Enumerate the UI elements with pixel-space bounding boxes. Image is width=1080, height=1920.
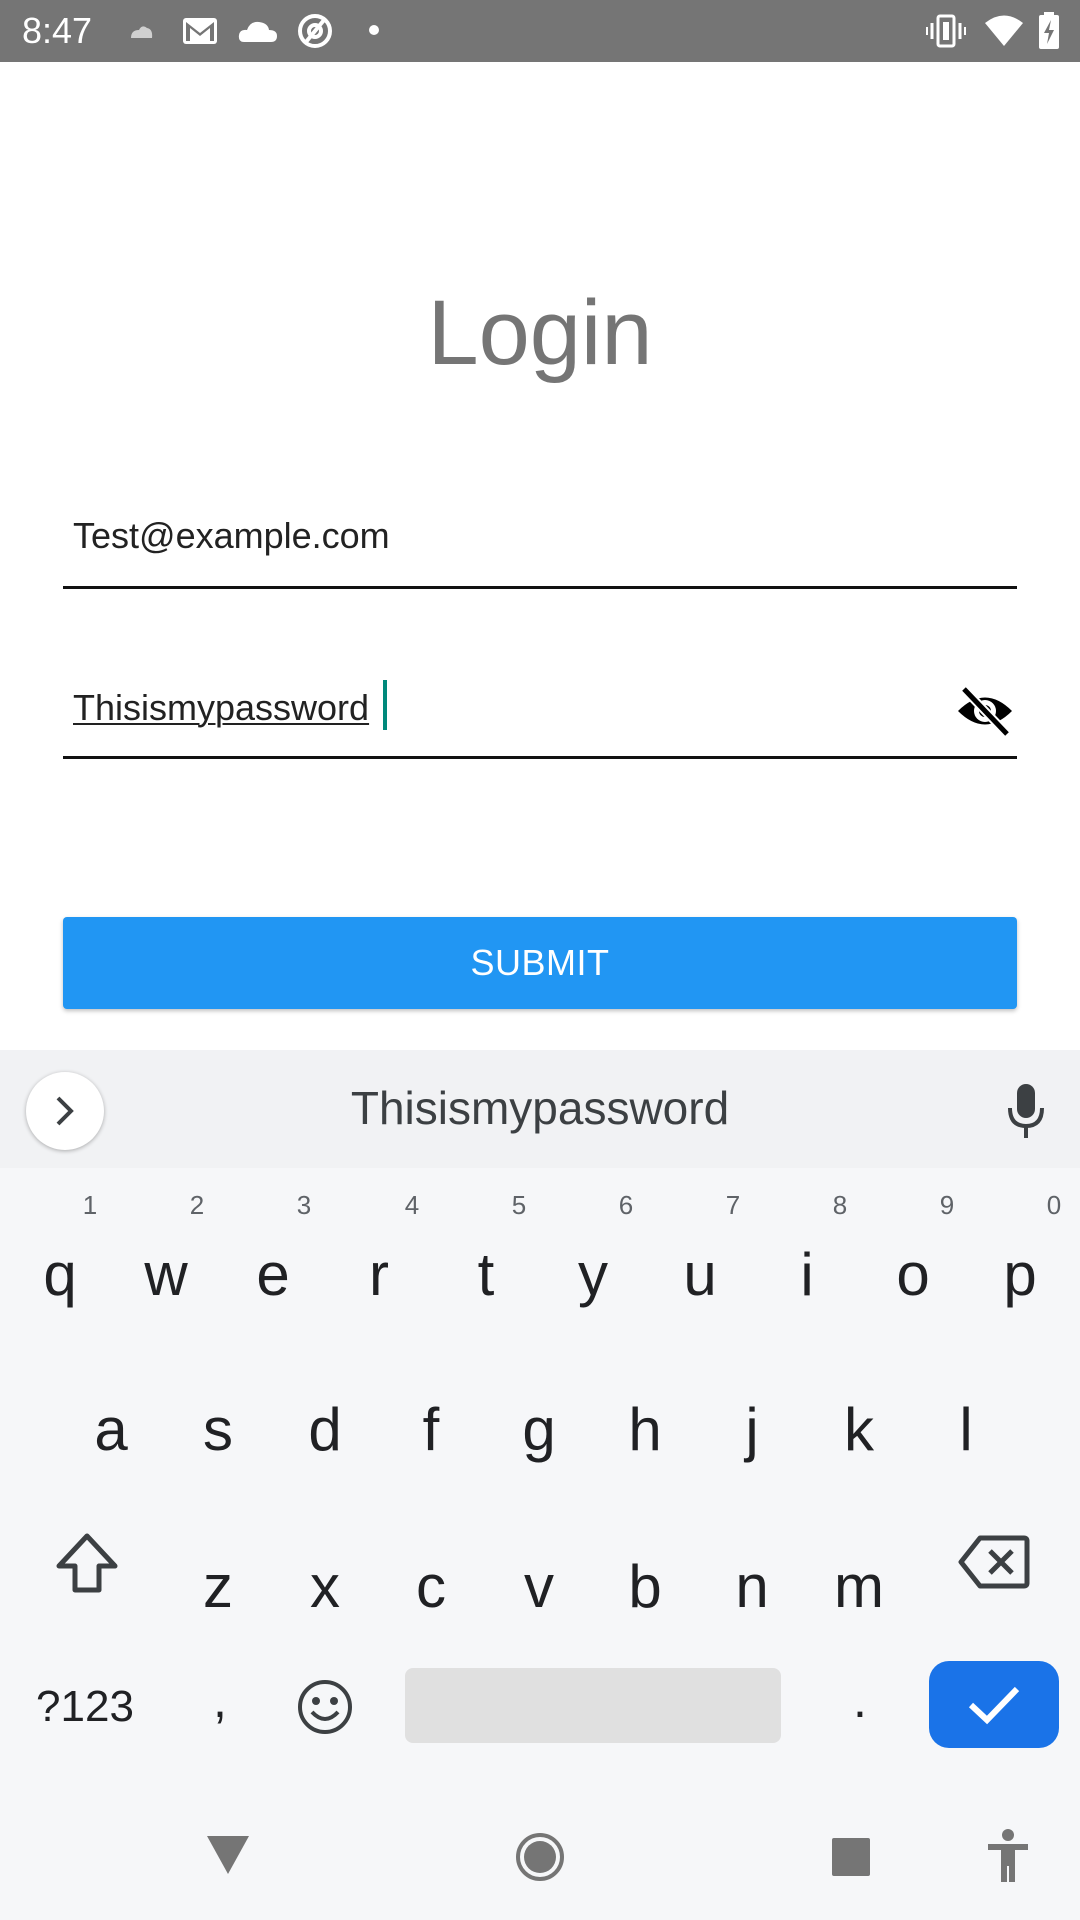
key-i[interactable]: i <box>762 1240 852 1310</box>
key-x[interactable]: x <box>280 1552 370 1622</box>
key-c[interactable]: c <box>386 1552 476 1622</box>
email-underline <box>63 586 1017 589</box>
navigation-bar <box>0 1810 1080 1920</box>
text-caret <box>383 680 387 730</box>
key-h[interactable]: h <box>600 1395 690 1465</box>
key-e-hint: 3 <box>296 1190 312 1220</box>
key-m[interactable]: m <box>814 1552 904 1622</box>
key-q[interactable]: q <box>15 1240 105 1310</box>
key-g[interactable]: g <box>494 1395 584 1465</box>
key-y[interactable]: y <box>548 1240 638 1310</box>
cloud-icon <box>238 21 277 42</box>
wifi-icon <box>985 15 1023 46</box>
checkmark-icon <box>968 1686 1020 1725</box>
key-y-hint: 6 <box>618 1190 634 1220</box>
password-value: Thisismypassword <box>73 687 370 728</box>
key-z[interactable]: z <box>173 1552 263 1622</box>
key-o[interactable]: o <box>868 1240 958 1310</box>
key-q-hint: 1 <box>82 1190 98 1220</box>
key-a[interactable]: a <box>66 1395 156 1465</box>
key-u-hint: 7 <box>725 1190 741 1220</box>
page-title: Login <box>427 282 653 384</box>
visibility-off-icon[interactable] <box>955 684 1015 738</box>
key-l[interactable]: l <box>921 1395 1011 1465</box>
key-n[interactable]: n <box>707 1552 797 1622</box>
battery-charging-icon <box>1039 12 1059 49</box>
key-f[interactable]: f <box>386 1395 476 1465</box>
suggestion-strip: Thisismypassword <box>0 1050 1080 1168</box>
recents-square-icon[interactable] <box>830 1836 872 1878</box>
key-p[interactable]: p <box>975 1240 1065 1310</box>
key-w-hint: 2 <box>189 1190 205 1220</box>
key-w[interactable]: w <box>121 1240 211 1310</box>
key-d[interactable]: d <box>280 1395 370 1465</box>
emoji-icon[interactable] <box>296 1678 354 1736</box>
comma-key[interactable]: , <box>190 1670 250 1730</box>
key-u[interactable]: u <box>655 1240 745 1310</box>
vibrate-icon <box>926 14 966 48</box>
backspace-icon[interactable] <box>958 1534 1030 1590</box>
password-underline <box>63 756 1017 759</box>
back-triangle-icon[interactable] <box>205 1834 251 1876</box>
key-b[interactable]: b <box>600 1552 690 1622</box>
key-p-hint: 0 <box>1046 1190 1062 1220</box>
password-field[interactable]: Thisismypassword <box>63 674 1017 760</box>
enter-key[interactable] <box>929 1661 1059 1748</box>
key-t-hint: 5 <box>511 1190 527 1220</box>
email-field[interactable]: Test@example.com <box>63 506 1017 592</box>
key-r-hint: 4 <box>404 1190 420 1220</box>
microphone-icon[interactable] <box>1006 1082 1046 1140</box>
gmail-icon <box>183 18 217 44</box>
key-i-hint: 8 <box>832 1190 848 1220</box>
home-circle-icon[interactable] <box>515 1832 565 1882</box>
submit-button[interactable]: SUBMIT <box>63 917 1017 1009</box>
dot-icon <box>369 25 379 35</box>
key-o-hint: 9 <box>939 1190 955 1220</box>
spacebar[interactable] <box>405 1668 781 1743</box>
key-s[interactable]: s <box>173 1395 263 1465</box>
key-k[interactable]: k <box>814 1395 904 1465</box>
symbols-key[interactable]: ?123 <box>25 1680 145 1734</box>
at-circle-icon <box>298 14 332 48</box>
status-bar: 8:47 <box>0 0 1080 62</box>
key-r[interactable]: r <box>334 1240 424 1310</box>
shift-icon[interactable] <box>52 1528 122 1598</box>
key-e[interactable]: e <box>228 1240 318 1310</box>
status-time: 8:47 <box>22 10 93 51</box>
key-v[interactable]: v <box>494 1552 584 1622</box>
key-t[interactable]: t <box>441 1240 531 1310</box>
small-cloud-icon <box>131 26 153 38</box>
email-value: Test@example.com <box>73 515 390 556</box>
accessibility-icon[interactable] <box>986 1828 1030 1884</box>
period-key[interactable]: . <box>830 1670 890 1730</box>
key-j[interactable]: j <box>707 1395 797 1465</box>
suggestion-word[interactable]: Thisismypassword <box>0 1080 1080 1136</box>
soft-keyboard: Thisismypassword q 1 w 2 e 3 r 4 t 5 y 6… <box>0 1050 1080 1920</box>
